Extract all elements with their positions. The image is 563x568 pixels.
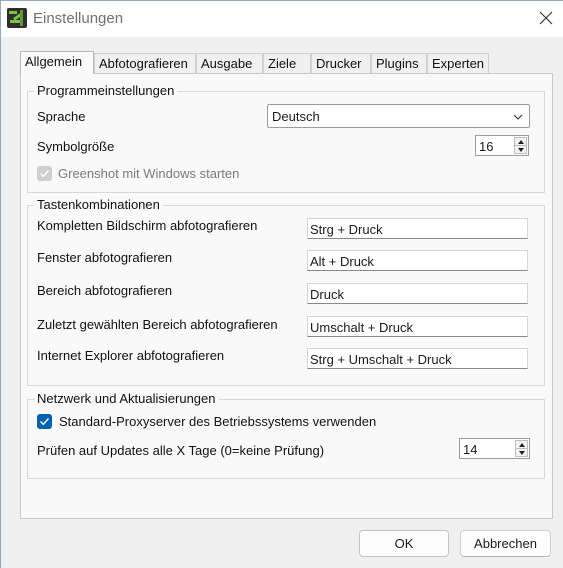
hotkey-label-region: Bereich abfotografieren (37, 283, 173, 298)
greenshot-app-icon (7, 8, 27, 28)
language-label: Sprache (37, 109, 86, 124)
arrow-down-icon (518, 450, 525, 455)
group-title-network: Netzwerk und Aktualisierungen (34, 391, 219, 406)
hotkey-value-last-region: Umschalt + Druck (310, 320, 413, 335)
hotkey-value-region: Druck (310, 287, 344, 302)
tab-abfotografieren[interactable]: Abfotografieren (94, 53, 196, 73)
tab-panel-allgemein: Programmeinstellungen Sprache Deutsch Sy… (20, 73, 553, 519)
arrow-down-icon (517, 147, 524, 152)
icon-size-down-button[interactable] (514, 145, 527, 154)
icon-size-value: 16 (479, 139, 494, 154)
tab-plugins[interactable]: Plugins (371, 53, 427, 73)
checkmark-icon (40, 418, 50, 426)
proxy-checkbox[interactable] (37, 414, 52, 429)
hotkey-input-window[interactable]: Alt + Druck (307, 250, 528, 271)
arrow-up-icon (518, 442, 525, 447)
updates-days-down-button[interactable] (515, 448, 528, 457)
autostart-checkbox[interactable] (37, 166, 52, 181)
window-title: Einstellungen (33, 10, 124, 27)
group-program-settings: Programmeinstellungen Sprache Deutsch Sy… (27, 83, 545, 193)
settings-window: Einstellungen Allgemein Abfotografieren … (0, 0, 563, 568)
updates-days-up-button[interactable] (515, 440, 528, 448)
tab-ziele[interactable]: Ziele (263, 53, 311, 73)
hotkey-value-ie: Strg + Umschalt + Druck (310, 352, 452, 367)
ok-button-label: OK (394, 536, 414, 551)
proxy-label: Standard-Proxyserver des Betriebssystems… (59, 414, 377, 429)
group-title-program: Programmeinstellungen (34, 83, 178, 98)
icon-size-label: Symbolgröße (37, 139, 115, 154)
hotkey-label-fullscreen: Kompletten Bildschirm abfotografieren (37, 218, 258, 233)
hotkey-label-window: Fenster abfotografieren (37, 250, 173, 265)
language-select[interactable]: Deutsch (267, 104, 530, 128)
group-network: Netzwerk und Aktualisierungen Standard-P… (27, 391, 545, 479)
hotkey-input-ie[interactable]: Strg + Umschalt + Druck (307, 348, 528, 369)
hotkey-input-region[interactable]: Druck (307, 283, 528, 304)
title-bar: Einstellungen (1, 1, 563, 37)
icon-size-up-button[interactable] (514, 137, 527, 145)
language-value: Deutsch (272, 109, 320, 124)
tab-ausgabe[interactable]: Ausgabe (196, 53, 263, 73)
tab-allgemein[interactable]: Allgemein (20, 51, 94, 74)
hotkey-label-last-region: Zuletzt gewählten Bereich abfotografiere… (37, 317, 278, 332)
updates-label: Prüfen auf Updates alle X Tage (0=keine … (37, 443, 325, 458)
group-hotkeys: Tastenkombinationen Kompletten Bildschir… (27, 197, 545, 386)
hotkey-input-fullscreen[interactable]: Strg + Druck (307, 218, 528, 239)
autostart-label: Greenshot mit Windows starten (58, 166, 240, 181)
checkmark-icon (40, 170, 50, 178)
arrow-up-icon (517, 139, 524, 144)
cancel-button[interactable]: Abbrechen (460, 530, 551, 557)
cancel-button-label: Abbrechen (474, 536, 537, 551)
hotkey-value-window: Alt + Druck (310, 254, 374, 269)
close-button[interactable] (530, 4, 562, 32)
updates-days-value: 14 (463, 442, 478, 457)
hotkey-label-ie: Internet Explorer abfotografieren (37, 348, 225, 363)
ok-button[interactable]: OK (359, 530, 449, 557)
hotkey-input-last-region[interactable]: Umschalt + Druck (307, 316, 528, 337)
tab-drucker[interactable]: Drucker (311, 53, 371, 73)
icon-size-stepper[interactable]: 16 (475, 135, 529, 156)
close-icon (539, 11, 553, 25)
tab-experten[interactable]: Experten (427, 53, 489, 73)
chevron-down-icon (513, 114, 523, 120)
hotkey-value-fullscreen: Strg + Druck (310, 222, 383, 237)
group-title-hotkeys: Tastenkombinationen (34, 197, 163, 212)
updates-days-stepper[interactable]: 14 (459, 438, 530, 459)
